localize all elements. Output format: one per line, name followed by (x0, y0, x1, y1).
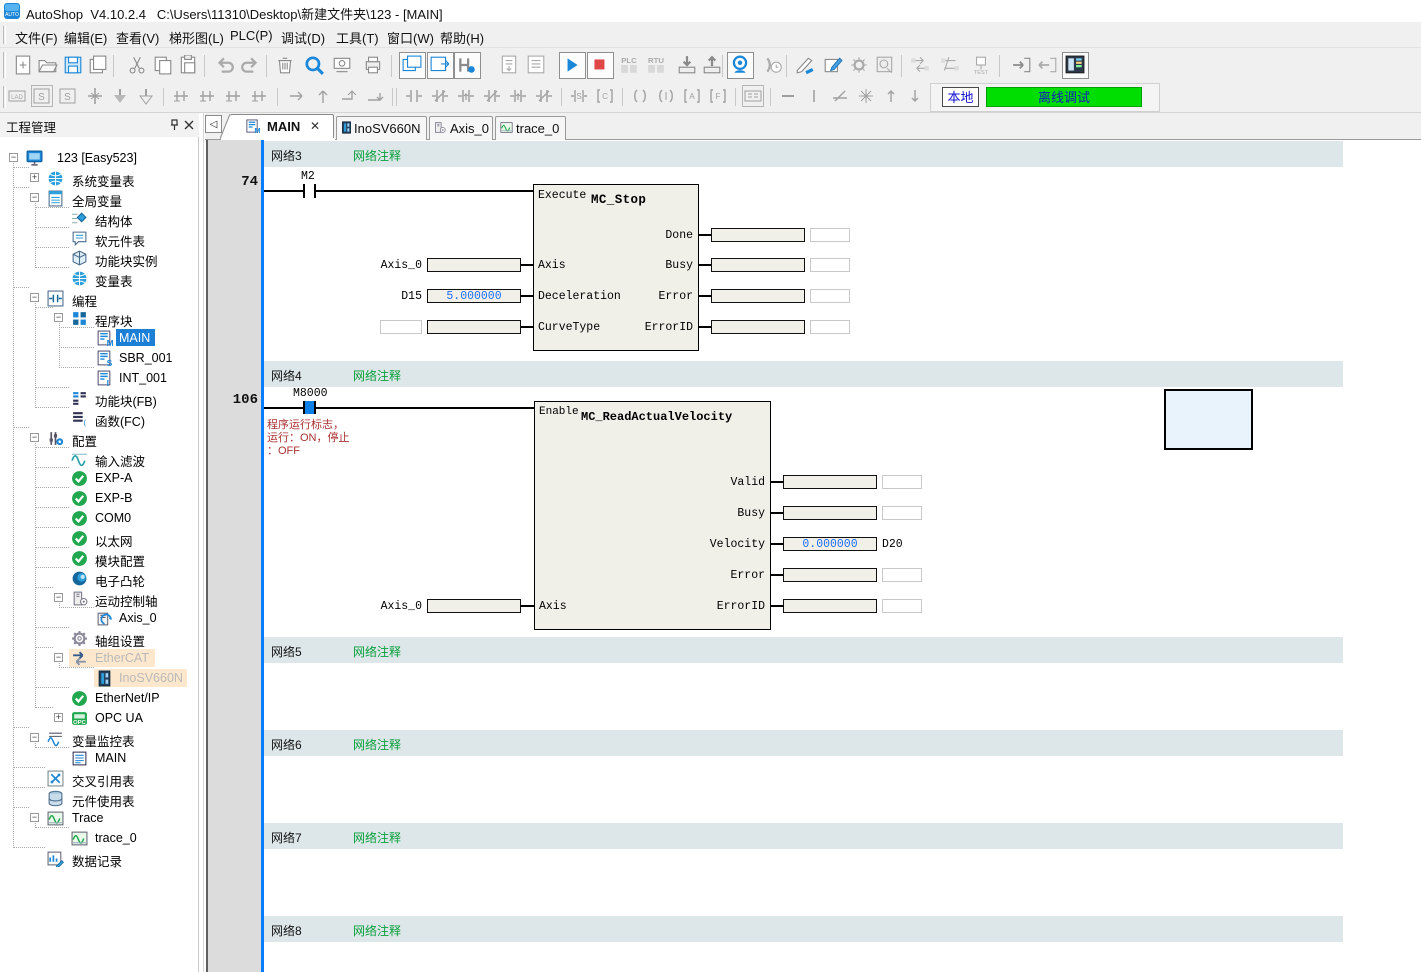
svg-text:S: S (576, 92, 581, 101)
svg-text:M: M (107, 338, 113, 347)
svg-text:S: S (107, 358, 113, 367)
svg-text:S: S (64, 92, 71, 103)
svg-text:I: I (107, 378, 109, 387)
svg-text:F: F (716, 92, 721, 101)
svg-text:A: A (689, 92, 695, 101)
svg-text:PLC: PLC (621, 56, 637, 65)
svg-text:C: C (602, 92, 608, 101)
svg-text:(): () (83, 420, 88, 427)
svg-text:TEST: TEST (974, 70, 989, 75)
svg-text:LAD: LAD (11, 95, 23, 101)
svg-text:S: S (38, 92, 45, 103)
svg-text:M: M (254, 126, 260, 134)
svg-text:AUTO: AUTO (5, 12, 19, 18)
svg-text:OPC: OPC (73, 720, 86, 726)
svg-text:RTU: RTU (648, 56, 664, 65)
